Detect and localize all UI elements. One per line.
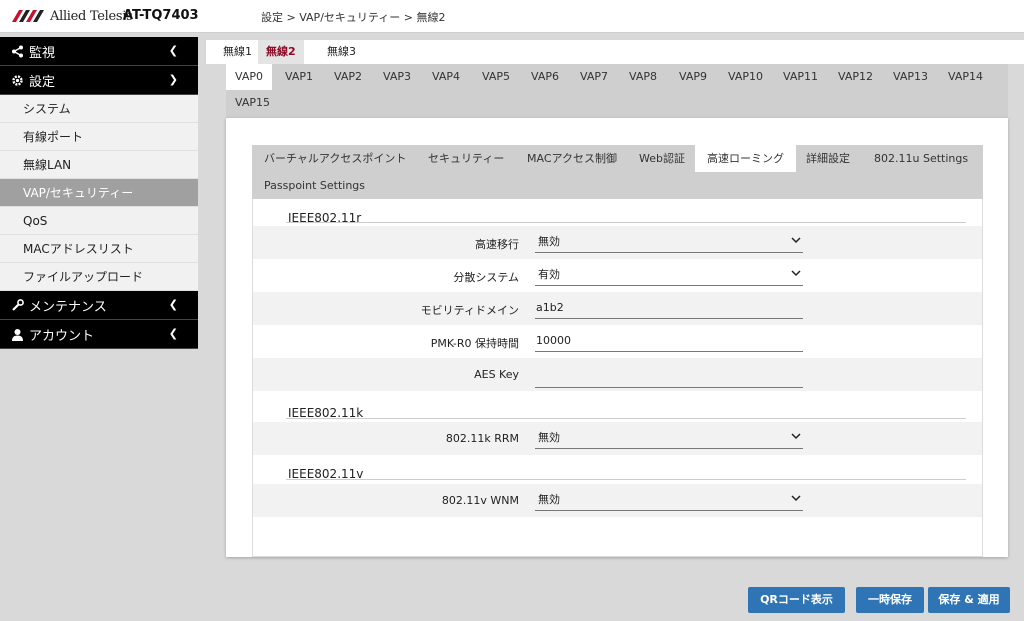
tab-passpoint-settings[interactable]: Passpoint Settings — [252, 172, 377, 199]
wnm-value: 無効 — [538, 493, 560, 506]
user-icon — [10, 327, 24, 341]
row-80211k-rrm: 802.11k RRM 無効 — [252, 422, 983, 455]
aes-key-input[interactable] — [535, 366, 803, 388]
sidebar-group-account[interactable]: アカウント ❮ — [0, 320, 198, 349]
tab-vap9[interactable]: VAP9 — [670, 64, 716, 90]
tab-security[interactable]: セキュリティー — [416, 145, 516, 172]
sidebar-item-file-upload[interactable]: ファイルアップロード — [0, 263, 198, 291]
section-divider — [286, 222, 966, 223]
settings-sub-tabs: バーチャルアクセスポイント セキュリティー MACアクセス制御 Web認証 高速… — [252, 145, 983, 199]
section-divider — [286, 479, 966, 480]
row-80211v-wnm: 802.11v WNM 無効 — [252, 484, 983, 517]
save-and-apply-button[interactable]: 保存 & 適用 — [928, 587, 1010, 613]
sidebar-item-wireless-lan[interactable]: 無線LAN — [0, 151, 198, 179]
tab-advanced-settings[interactable]: 詳細設定 — [794, 145, 862, 172]
chevron-down-icon — [791, 433, 801, 440]
wrench-icon — [10, 298, 24, 312]
settings-card: バーチャルアクセスポイント セキュリティー MACアクセス制御 Web認証 高速… — [226, 118, 1008, 557]
wnm-select[interactable]: 無効 — [535, 489, 803, 511]
tab-radio3[interactable]: 無線3 — [319, 40, 364, 64]
pmk-r0-value: 10000 — [536, 334, 571, 347]
vap-tabs: VAP0 VAP1 VAP2 VAP3 VAP4 VAP5 VAP6 VAP7 … — [226, 64, 1008, 118]
main-content: 無線1 無線2 無線3 VAP0 VAP1 VAP2 VAP3 VAP4 VAP… — [198, 37, 1024, 621]
tab-web-auth[interactable]: Web認証 — [627, 145, 697, 172]
tab-mac-access-control[interactable]: MACアクセス制御 — [515, 145, 629, 172]
rrm-value: 無効 — [538, 431, 560, 444]
logo-mark-icon — [12, 10, 44, 22]
mobility-domain-value: a1b2 — [536, 301, 564, 314]
sidebar-item-system[interactable]: システム — [0, 95, 198, 123]
tab-vap4[interactable]: VAP4 — [423, 64, 469, 90]
chevron-left-icon: ❮ — [168, 44, 178, 57]
distributed-system-select[interactable]: 有効 — [535, 264, 803, 286]
tab-vap11[interactable]: VAP11 — [774, 64, 827, 90]
temporary-save-button[interactable]: 一時保存 — [856, 587, 924, 613]
tab-radio1[interactable]: 無線1 — [215, 40, 260, 64]
sidebar-group-label: 設定 — [29, 74, 56, 90]
tab-vap3[interactable]: VAP3 — [374, 64, 420, 90]
sidebar-group-label: アカウント — [29, 328, 95, 344]
mobility-domain-input[interactable]: a1b2 — [535, 297, 803, 319]
gear-icon — [10, 73, 24, 87]
logo-text: Allied Telesis — [50, 8, 133, 24]
row-aes-key: AES Key — [252, 358, 983, 391]
sidebar-item-wired-port[interactable]: 有線ポート — [0, 123, 198, 151]
rrm-select[interactable]: 無効 — [535, 427, 803, 449]
tab-vap2[interactable]: VAP2 — [325, 64, 371, 90]
row-distributed-system: 分散システム 有効 — [252, 259, 983, 292]
tab-80211u-settings[interactable]: 802.11u Settings — [862, 145, 980, 172]
row-pmk-r0: PMK-R0 保持時間 10000 — [252, 325, 983, 358]
radio-tabs: 無線1 無線2 無線3 — [206, 40, 1024, 64]
sidebar-group-monitor[interactable]: 監視 ❮ — [0, 37, 198, 66]
tab-virtual-access-point[interactable]: バーチャルアクセスポイント — [252, 145, 418, 172]
sidebar-group-label: 監視 — [29, 45, 56, 61]
wnm-label: 802.11v WNM — [441, 494, 519, 507]
mobility-domain-label: モビリティドメイン — [420, 304, 519, 317]
chevron-left-icon: ❮ — [168, 327, 178, 340]
tab-vap10[interactable]: VAP10 — [719, 64, 772, 90]
fast-transition-value: 無効 — [538, 235, 560, 248]
tab-vap5[interactable]: VAP5 — [473, 64, 519, 90]
tab-fast-roaming[interactable]: 高速ローミング — [695, 145, 796, 172]
row-fast-transition: 高速移行 無効 — [252, 226, 983, 259]
tab-vap1[interactable]: VAP1 — [276, 64, 322, 90]
show-qr-code-button[interactable]: QRコード表示 — [748, 587, 845, 613]
sidebar-item-vap-security[interactable]: VAP/セキュリティー — [0, 179, 198, 207]
top-bar: Allied Telesis AT-TQ7403 設定 > VAP/セキュリティ… — [0, 0, 1024, 33]
breadcrumb: 設定 > VAP/セキュリティー > 無線2 — [261, 11, 446, 24]
tab-radio2[interactable]: 無線2 — [258, 40, 304, 64]
sidebar-item-mac-address-list[interactable]: MACアドレスリスト — [0, 235, 198, 263]
sidebar-group-label: メンテナンス — [29, 299, 107, 315]
chevron-down-icon — [791, 270, 801, 277]
distributed-system-value: 有効 — [538, 268, 560, 281]
pmk-r0-label: PMK-R0 保持時間 — [430, 337, 519, 350]
fast-transition-select[interactable]: 無効 — [535, 231, 803, 253]
brand-logo: Allied Telesis — [12, 8, 133, 24]
fast-transition-label: 高速移行 — [475, 238, 519, 251]
tab-vap12[interactable]: VAP12 — [829, 64, 882, 90]
share-icon — [10, 44, 24, 58]
section-divider — [286, 418, 966, 419]
chevron-down-icon: ❯ — [168, 73, 178, 86]
device-model: AT-TQ7403 — [123, 8, 199, 23]
aes-key-label: AES Key — [474, 368, 519, 381]
tab-vap13[interactable]: VAP13 — [884, 64, 937, 90]
tab-vap14[interactable]: VAP14 — [939, 64, 992, 90]
sidebar-group-maintenance[interactable]: メンテナンス ❮ — [0, 291, 198, 320]
pmk-r0-input[interactable]: 10000 — [535, 330, 803, 352]
tab-vap7[interactable]: VAP7 — [571, 64, 617, 90]
sidebar-item-qos[interactable]: QoS — [0, 207, 198, 235]
rrm-label: 802.11k RRM — [445, 432, 519, 445]
sidebar-group-settings[interactable]: 設定 ❯ — [0, 66, 198, 95]
distributed-system-label: 分散システム — [453, 271, 519, 284]
row-mobility-domain: モビリティドメイン a1b2 — [252, 292, 983, 325]
tab-vap8[interactable]: VAP8 — [620, 64, 666, 90]
chevron-down-icon — [791, 237, 801, 244]
tab-vap15[interactable]: VAP15 — [226, 90, 279, 116]
chevron-left-icon: ❮ — [168, 298, 178, 311]
chevron-down-icon — [791, 495, 801, 502]
tab-vap6[interactable]: VAP6 — [522, 64, 568, 90]
sidebar: 監視 ❮ 設定 ❯ システム 有線ポート 無線LAN VAP/セキュリティー Q… — [0, 37, 198, 621]
tab-vap0[interactable]: VAP0 — [226, 64, 272, 90]
